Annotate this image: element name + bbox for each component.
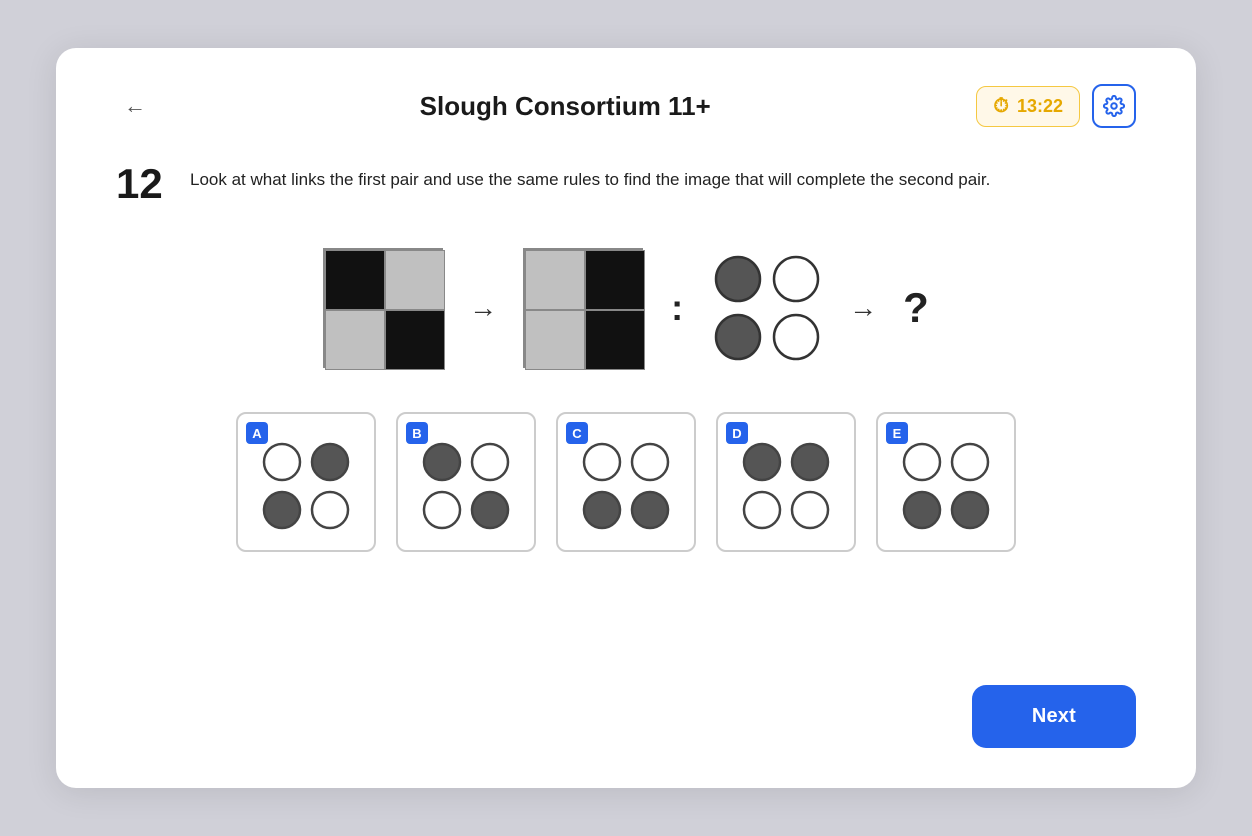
next-button[interactable]: Next <box>972 685 1136 748</box>
circle-white-br <box>771 312 821 362</box>
timer-value: 13:22 <box>1017 96 1063 117</box>
grid1 <box>323 248 443 368</box>
settings-button[interactable] <box>1092 84 1136 128</box>
option-e-label: E <box>886 422 908 444</box>
quiz-card: ← Slough Consortium 11+ ⏱ 13:22 12 Look … <box>56 48 1196 788</box>
question-number: 12 <box>116 160 166 208</box>
puzzle-area: → : → ? <box>116 248 1136 368</box>
question-row: 12 Look at what links the first pair and… <box>116 160 1136 208</box>
option-c-label: C <box>566 422 588 444</box>
option-e[interactable]: E <box>876 412 1016 552</box>
header: ← Slough Consortium 11+ ⏱ 13:22 <box>116 84 1136 128</box>
question-text: Look at what links the first pair and us… <box>190 160 990 193</box>
grid1-cell-tl <box>325 250 385 310</box>
arrow2: → <box>849 292 877 324</box>
timer-icon: ⏱ <box>993 95 1009 118</box>
circle-dark-bl <box>713 312 763 362</box>
grid2 <box>523 248 643 368</box>
question-mark: ? <box>903 284 929 332</box>
arrow1: → <box>469 292 497 324</box>
grid1-cell-tr <box>385 250 445 310</box>
back-button[interactable]: ← <box>116 89 154 123</box>
timer-badge: ⏱ 13:22 <box>976 86 1080 127</box>
options-row: A B C <box>116 412 1136 552</box>
option-d-label: D <box>726 422 748 444</box>
circle-dark-tl <box>713 254 763 304</box>
gear-icon <box>1103 95 1125 117</box>
grid2-cell-bl <box>525 310 585 370</box>
grid2-cell-br <box>585 310 645 370</box>
grid1-cell-br <box>385 310 445 370</box>
option-a[interactable]: A <box>236 412 376 552</box>
option-a-label: A <box>246 422 268 444</box>
option-c[interactable]: C <box>556 412 696 552</box>
circles-group <box>711 252 823 364</box>
grid2-cell-tr <box>585 250 645 310</box>
grid1-cell-bl <box>325 310 385 370</box>
option-b[interactable]: B <box>396 412 536 552</box>
colon-separator: : <box>671 287 683 329</box>
circle-white-tr <box>771 254 821 304</box>
header-right: ⏱ 13:22 <box>976 84 1136 128</box>
grid2-cell-tl <box>525 250 585 310</box>
page-title: Slough Consortium 11+ <box>154 91 976 122</box>
option-b-label: B <box>406 422 428 444</box>
option-d[interactable]: D <box>716 412 856 552</box>
